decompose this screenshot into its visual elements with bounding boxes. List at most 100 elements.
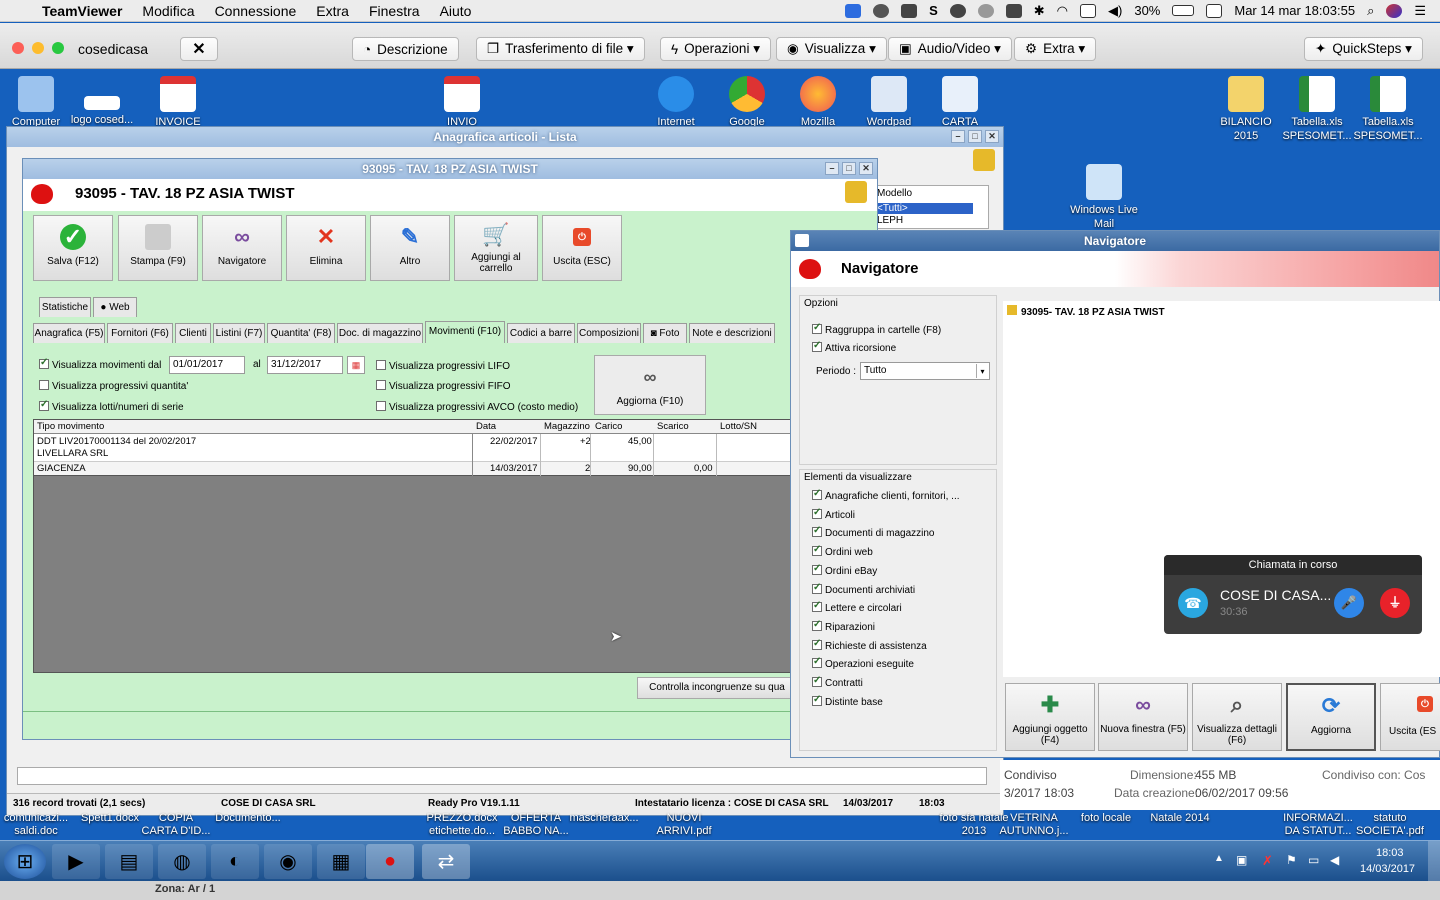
taskbar-media-icon[interactable]: ▶	[52, 844, 100, 879]
taskbar-app-icon[interactable]: ◐	[211, 844, 259, 879]
checkbox-checked[interactable]	[812, 656, 822, 669]
minimize-window-icon[interactable]	[32, 42, 44, 54]
checkbox-checked[interactable]	[812, 544, 822, 557]
notification-center-icon[interactable]: ☰	[1414, 3, 1426, 19]
minimize-button[interactable]: –	[825, 162, 839, 175]
teamviewer-status-icon[interactable]	[845, 3, 862, 18]
calendar-icon[interactable]	[1206, 3, 1223, 18]
descrizione-button[interactable]: ◔ Descrizione	[352, 37, 459, 61]
elemento-item[interactable]: Ordini web	[812, 544, 873, 558]
checkbox-checked[interactable]	[812, 488, 822, 500]
taskbar-explorer-icon[interactable]: ▤	[105, 844, 153, 879]
elemento-item[interactable]: Ordini eBay	[812, 563, 877, 577]
elemento-item[interactable]: Richieste di assistenza	[812, 638, 927, 652]
taskbar-readypro-icon[interactable]: ●	[366, 844, 414, 879]
elemento-item[interactable]: Lettere e circolari	[812, 600, 902, 614]
minimize-button[interactable]: –	[951, 130, 965, 143]
date-from-input[interactable]: 01/01/2017	[169, 356, 245, 374]
s-icon[interactable]: S	[929, 3, 938, 18]
tray-volume-icon[interactable]: ◀	[1330, 853, 1339, 867]
opt-raggruppa[interactable]: Raggruppa in cartelle (F8)	[812, 322, 941, 336]
checkbox-checked[interactable]	[39, 399, 49, 411]
altro-button[interactable]: ✎ Altro	[370, 215, 450, 281]
app-menu[interactable]: TeamViewer	[32, 3, 132, 19]
checkbox-checked[interactable]	[812, 340, 822, 352]
tab-movimenti[interactable]: Movimenti (F10)	[425, 321, 505, 343]
checkbox-checked[interactable]	[812, 507, 822, 519]
menu-connessione[interactable]: Connessione	[205, 3, 307, 19]
elemento-item[interactable]: Articoli	[812, 507, 855, 521]
navigatore-button[interactable]: ∞ Navigatore	[202, 215, 282, 281]
elemento-item[interactable]: Riparazioni	[812, 619, 875, 633]
desktop-icon-tabella-2[interactable]: Tabella.xls SPESOMET...	[1352, 76, 1424, 144]
checkbox-checked[interactable]	[812, 619, 822, 631]
modello-item-tutti[interactable]: <Tutti>	[877, 203, 973, 214]
lista-bottom-field[interactable]	[17, 767, 987, 785]
tab-clienti[interactable]: Clienti	[175, 323, 211, 343]
checkbox-checked[interactable]	[812, 600, 822, 613]
menu-aiuto[interactable]: Aiuto	[430, 3, 482, 19]
desktop-icon-windows-live-mail[interactable]: Windows Live Mail	[1068, 164, 1140, 232]
col-lotto[interactable]: Lotto/SN	[720, 421, 757, 432]
checkbox[interactable]	[376, 380, 386, 390]
desktop-icon-label[interactable]: VETRINA AUTUNNO.j...	[998, 812, 1070, 840]
file-transfer-button[interactable]: ❐ Trasferimento di file ▾	[476, 37, 645, 61]
nuova-finestra-button[interactable]: ∞ Nuova finestra (F5)	[1098, 683, 1188, 751]
time-machine-icon[interactable]	[977, 3, 994, 18]
tab-foto[interactable]: ◙ Foto	[643, 323, 687, 343]
wifi-icon[interactable]: ◠	[1057, 3, 1068, 19]
tray-security-icon[interactable]: ✗	[1262, 853, 1273, 869]
desktop-icon-label[interactable]: foto locale	[1070, 812, 1142, 840]
elemento-item[interactable]: Documenti di magazzino	[812, 525, 935, 539]
desktop-icon-label[interactable]: NUOVI ARRIVI.pdf	[648, 812, 720, 840]
opt-fifo[interactable]: Visualizza progressivi FIFO	[376, 380, 511, 392]
elemento-item[interactable]: Anagrafiche clienti, fornitori, ...	[812, 488, 960, 502]
tab-note[interactable]: Note e descrizioni	[689, 323, 775, 343]
desktop-icon-tabella-1[interactable]: Tabella.xls SPESOMET...	[1281, 76, 1353, 144]
opt-quantita[interactable]: Visualizza progressivi quantita'	[39, 380, 188, 392]
tab-listini[interactable]: Listini (F7)	[213, 323, 265, 343]
checkbox-checked[interactable]	[812, 694, 822, 706]
desktop-icon-wordpad[interactable]: Wordpad	[853, 76, 925, 130]
opt-ricorsione[interactable]: Attiva ricorsione	[812, 340, 896, 354]
desktop-icon-bilancio[interactable]: BILANCIO 2015	[1210, 76, 1282, 144]
desktop-icon-internet[interactable]: Internet	[640, 76, 712, 130]
extra-button[interactable]: ⚙ Extra ▾	[1014, 37, 1097, 61]
aggiorna-button[interactable]: ⟳ Aggiorna	[1286, 683, 1376, 751]
col-data[interactable]: Data	[476, 421, 496, 432]
siri-icon[interactable]	[1386, 3, 1403, 18]
tray-expand-icon[interactable]: ▲	[1214, 853, 1224, 864]
menu-modifica[interactable]: Modifica	[132, 3, 204, 19]
tab-codici-barre[interactable]: Codici a barre	[507, 323, 575, 343]
taskbar-chrome-icon[interactable]: ◉	[264, 844, 312, 879]
desktop-icon-invio[interactable]: INVIO	[426, 76, 498, 130]
opt-lotti[interactable]: Visualizza lotti/numeri di serie	[39, 399, 184, 413]
articolo-titlebar[interactable]: 93095 - TAV. 18 PZ ASIA TWIST – □ ✕	[23, 159, 877, 179]
controlla-incongruenze-button[interactable]: Controlla incongruenze su qua	[637, 677, 797, 699]
desktop-icon-mozilla[interactable]: Mozilla	[782, 76, 854, 130]
col-magazzino[interactable]: Magazzino	[544, 421, 590, 432]
visualizza-dettagli-button[interactable]: ⌕ Visualizza dettagli (F6)	[1192, 683, 1282, 751]
taskbar-teamviewer-icon[interactable]: ⇄	[422, 844, 470, 879]
taskbar-date[interactable]: 14/03/2017	[1360, 863, 1415, 875]
desktop-icon-google[interactable]: Google	[711, 76, 783, 130]
zoom-window-icon[interactable]	[52, 42, 64, 54]
desktop-icon-label[interactable]: Natale 2014	[1144, 812, 1216, 840]
quicksteps-button[interactable]: ✦ QuickSteps ▾	[1304, 37, 1423, 61]
checkbox-checked[interactable]	[812, 675, 822, 687]
chevron-down-icon[interactable]: ▾	[976, 364, 988, 378]
tray-flag-icon[interactable]: ⚑	[1286, 853, 1297, 867]
spotlight-icon[interactable]: ⌕	[1367, 3, 1374, 19]
tab-anagrafica[interactable]: Anagrafica (F5)	[33, 323, 105, 343]
elemento-item[interactable]: Distinte base	[812, 694, 883, 708]
desktop-icon-label[interactable]: Spett1.docx	[74, 812, 146, 840]
stampa-button[interactable]: Stampa (F9)	[118, 215, 198, 281]
checkbox-checked[interactable]	[39, 357, 49, 369]
close-window-icon[interactable]	[12, 42, 24, 54]
check-icon[interactable]	[873, 3, 890, 18]
elemento-item[interactable]: Contratti	[812, 675, 863, 689]
desktop-icon-label[interactable]: OFFERTA BABBO NA...	[500, 812, 572, 840]
audio-video-button[interactable]: ▣ Audio/Video ▾	[888, 37, 1012, 61]
desktop-icon-label[interactable]: statuto SOCIETA'.pdf	[1354, 812, 1426, 840]
close-button[interactable]: ✕	[985, 130, 999, 143]
